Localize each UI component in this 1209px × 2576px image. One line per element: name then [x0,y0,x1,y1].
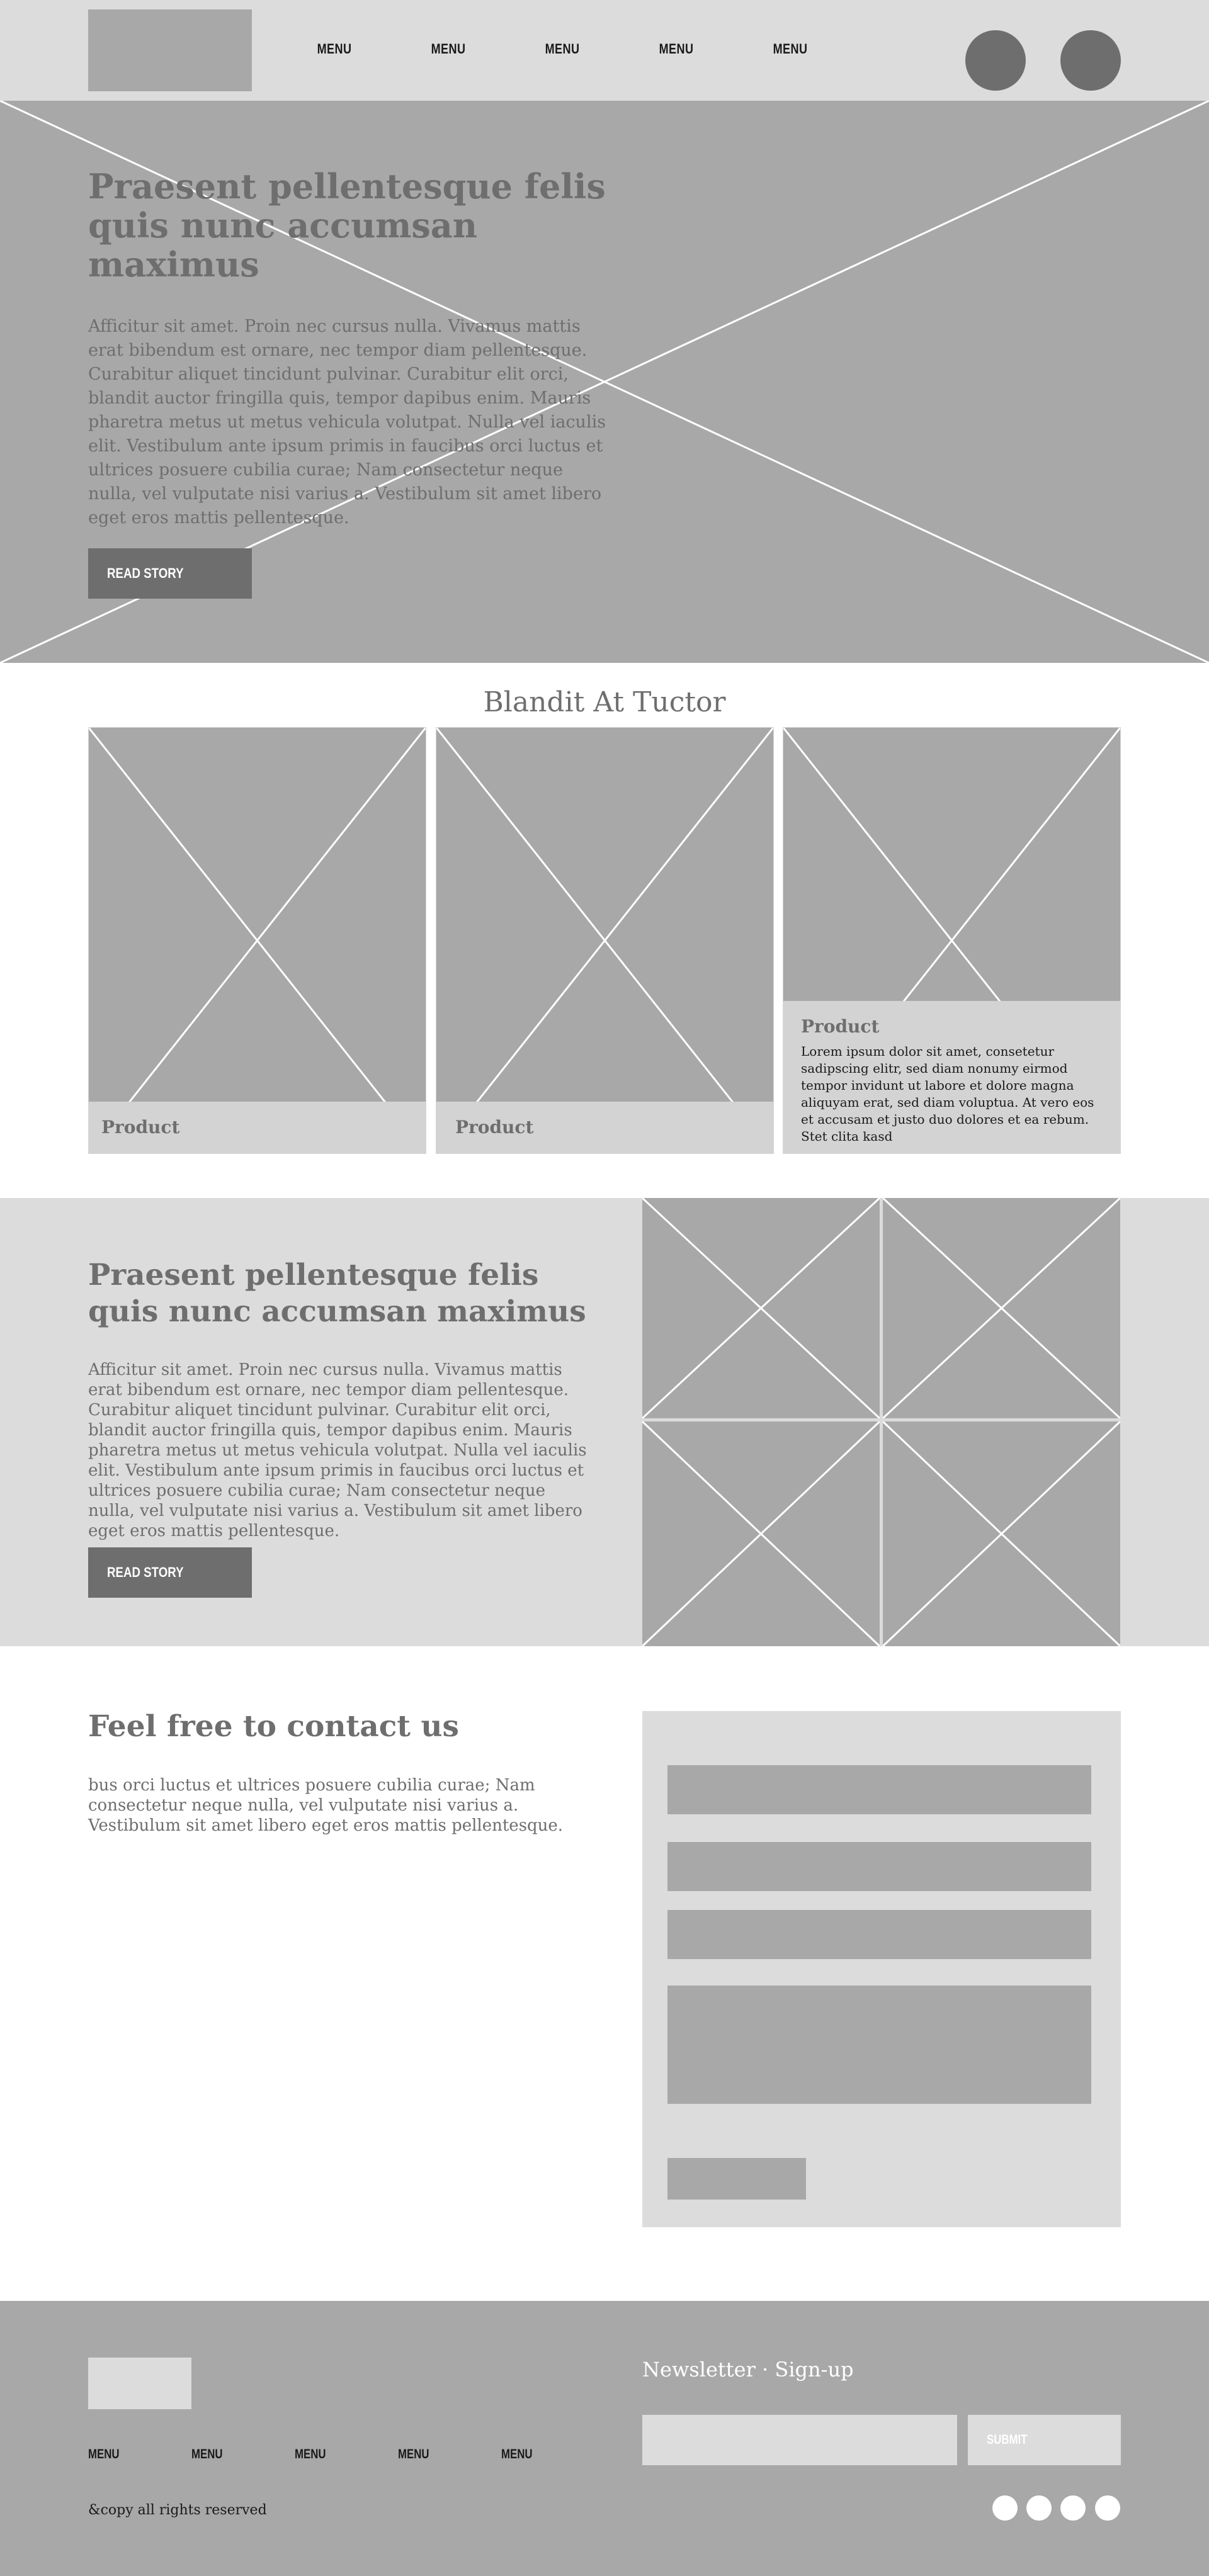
feature-body: Afficitur sit amet. Proin nec cursus nul… [88,1360,587,1540]
site-header: MENU MENU MENU MENU MENU [0,0,1209,101]
footer-nav-item-1[interactable]: MENU [88,2447,123,2462]
newsletter-title: Newsletter · Sign-up [642,2358,854,2381]
product-label: Product [455,1117,534,1138]
newsletter-submit-label: SUBMIT [987,2432,1028,2447]
product-card-caption: Product [436,1102,773,1153]
newsletter-email-input[interactable] [642,2415,957,2465]
nav-item-4[interactable]: MENU [653,41,700,57]
image-placeholder-cross [883,1198,1120,1418]
product-label: Product [101,1117,180,1138]
copyright-text: &copy all rights reserved [88,2502,267,2518]
gallery-image-4[interactable] [883,1421,1120,1646]
gallery-image-1[interactable] [642,1198,880,1418]
social-icon-4[interactable] [1095,2495,1120,2521]
gallery-image-3[interactable] [642,1421,880,1646]
contact-name-field[interactable] [667,1765,1091,1814]
feature-read-story-label: READ STORY [107,1564,184,1580]
footer-nav-item-4[interactable]: MENU [398,2447,433,2462]
image-placeholder-cross [436,728,773,1153]
contact-subject-field[interactable] [667,1910,1091,1959]
product-card-caption: Product Lorem ipsum dolor sit amet, cons… [783,1001,1120,1153]
social-icon-3[interactable] [1060,2495,1086,2521]
feature-read-story-button[interactable]: READ STORY [88,1547,252,1598]
nav-item-3[interactable]: MENU [539,41,586,57]
hero-read-story-button[interactable]: READ STORY [88,548,252,599]
hero-title: Praesent pellentesque felis quis nunc ac… [88,166,606,285]
contact-form [642,1711,1121,2227]
contact-body: bus orci luctus et ultrices posuere cubi… [88,1776,564,1835]
nav-item-2[interactable]: MENU [425,41,472,57]
feature-title: Praesent pellentesque felis quis nunc ac… [88,1258,586,1329]
hero-body: Afficitur sit amet. Proin nec cursus nul… [88,317,606,528]
products-section-title: Blandit At Tuctor [483,686,726,718]
footer-nav-item-2[interactable]: MENU [191,2447,227,2462]
contact-title: Feel free to contact us [88,1709,460,1744]
social-icon-2[interactable] [1026,2495,1052,2521]
product-card-1[interactable]: Product [88,727,426,1154]
footer-nav-item-3[interactable]: MENU [295,2447,330,2462]
nav-item-5[interactable]: MENU [767,41,814,57]
contact-message-textarea[interactable] [667,1986,1091,2104]
image-placeholder-cross [89,728,426,1153]
header-circle-button-2[interactable] [1060,30,1121,91]
newsletter-submit-button[interactable]: SUBMIT [968,2415,1121,2465]
footer-logo-placeholder[interactable] [88,2358,191,2409]
image-placeholder-cross [883,1421,1120,1646]
contact-submit-button[interactable] [667,2158,806,2200]
footer-nav-item-5[interactable]: MENU [501,2447,536,2462]
image-placeholder-cross [642,1421,880,1646]
product-card-3[interactable]: Product Lorem ipsum dolor sit amet, cons… [783,727,1121,1154]
product-card-caption: Product [89,1102,426,1153]
product-card-2[interactable]: Product [436,727,774,1154]
nav-item-1[interactable]: MENU [311,41,358,57]
hero-read-story-label: READ STORY [107,565,184,581]
product-label: Product [801,1016,880,1037]
header-circle-button-1[interactable] [965,30,1026,91]
contact-email-field[interactable] [667,1842,1091,1891]
logo-placeholder[interactable] [88,9,252,91]
social-icon-1[interactable] [992,2495,1018,2521]
product-description: Lorem ipsum dolor sit amet, consetetur s… [801,1044,1094,1144]
image-placeholder-cross [642,1198,880,1418]
gallery-image-2[interactable] [883,1198,1120,1418]
